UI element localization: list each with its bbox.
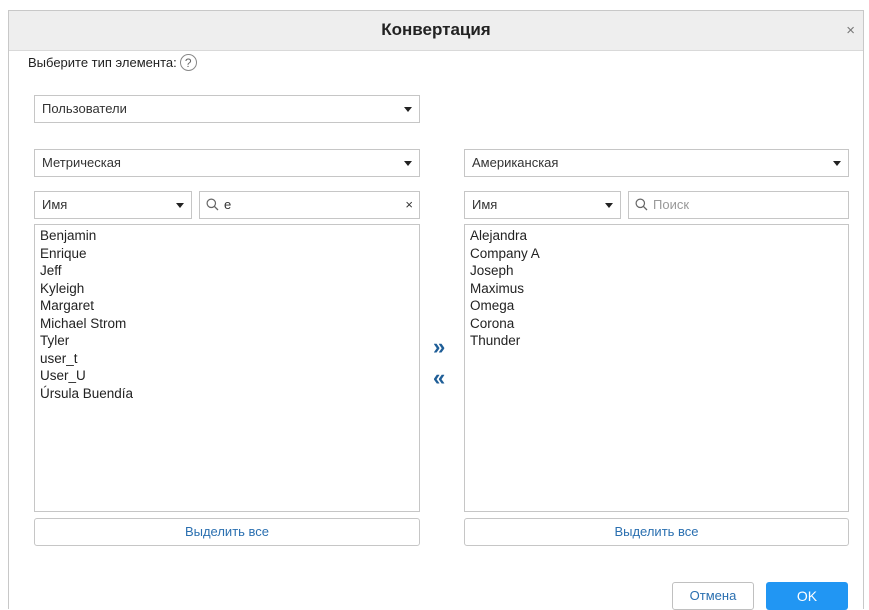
left-search-input[interactable]: е × [199,191,420,219]
ok-button[interactable]: OK [766,582,848,610]
list-item[interactable]: Maximus [470,280,843,298]
list-item[interactable]: Thunder [470,332,843,350]
right-field-select[interactable]: Имя [464,191,621,219]
right-system-select[interactable]: Американская [464,149,849,177]
list-item[interactable]: Benjamin [40,227,414,245]
chevron-down-icon [833,161,841,166]
left-select-all-button[interactable]: Выделить все [34,518,420,546]
list-item[interactable]: Company A [470,245,843,263]
dialog-titlebar: Конвертация × [9,11,863,51]
close-icon[interactable]: × [846,23,855,38]
list-item[interactable]: user_t [40,350,414,368]
cancel-button[interactable]: Отмена [672,582,754,610]
list-item[interactable]: Margaret [40,297,414,315]
list-item[interactable]: Joseph [470,262,843,280]
chevron-down-icon [176,203,184,208]
left-field-select[interactable]: Имя [34,191,192,219]
list-item[interactable]: Alejandra [470,227,843,245]
right-search-placeholder: Поиск [653,197,690,212]
search-icon [635,198,648,211]
right-select-all-button[interactable]: Выделить все [464,518,849,546]
list-item[interactable]: Corona [470,315,843,333]
right-field-value: Имя [472,197,498,212]
move-right-button[interactable]: » [433,336,445,358]
list-item[interactable]: Tyler [40,332,414,350]
search-icon [206,198,219,211]
move-left-button[interactable]: « [433,367,445,389]
clear-search-icon[interactable]: × [405,192,413,218]
element-type-prompt: Выберите тип элемента: ? [28,54,197,71]
chevron-down-icon [404,161,412,166]
right-items-list[interactable]: Alejandra Company A Joseph Maximus Omega Coro… [464,224,849,512]
list-item[interactable]: Omega [470,297,843,315]
right-system-value: Американская [472,155,559,170]
list-item[interactable]: Enrique [40,245,414,263]
help-icon[interactable]: ? [179,54,197,71]
left-system-select[interactable]: Метрическая [34,149,420,177]
list-item[interactable]: User_U [40,367,414,385]
element-type-value: Пользователи [42,101,127,116]
element-type-label: Выберите тип элемента: [28,55,177,70]
chevron-down-icon [404,107,412,112]
list-item[interactable]: Jeff [40,262,414,280]
left-field-value: Имя [42,197,68,212]
left-items-list[interactable]: Benjamin Enrique Jeff Kyleigh Margaret Michae… [34,224,420,512]
list-item[interactable]: Úrsula Buendía [40,385,414,403]
dialog-title: Конвертация [381,20,491,39]
list-item[interactable]: Michael Strom [40,315,414,333]
right-search-input[interactable]: Поиск [628,191,849,219]
element-type-select[interactable]: Пользователи [34,95,420,123]
left-system-value: Метрическая [42,155,121,170]
list-item[interactable]: Kyleigh [40,280,414,298]
left-search-value: е [224,197,232,212]
chevron-down-icon [605,203,613,208]
